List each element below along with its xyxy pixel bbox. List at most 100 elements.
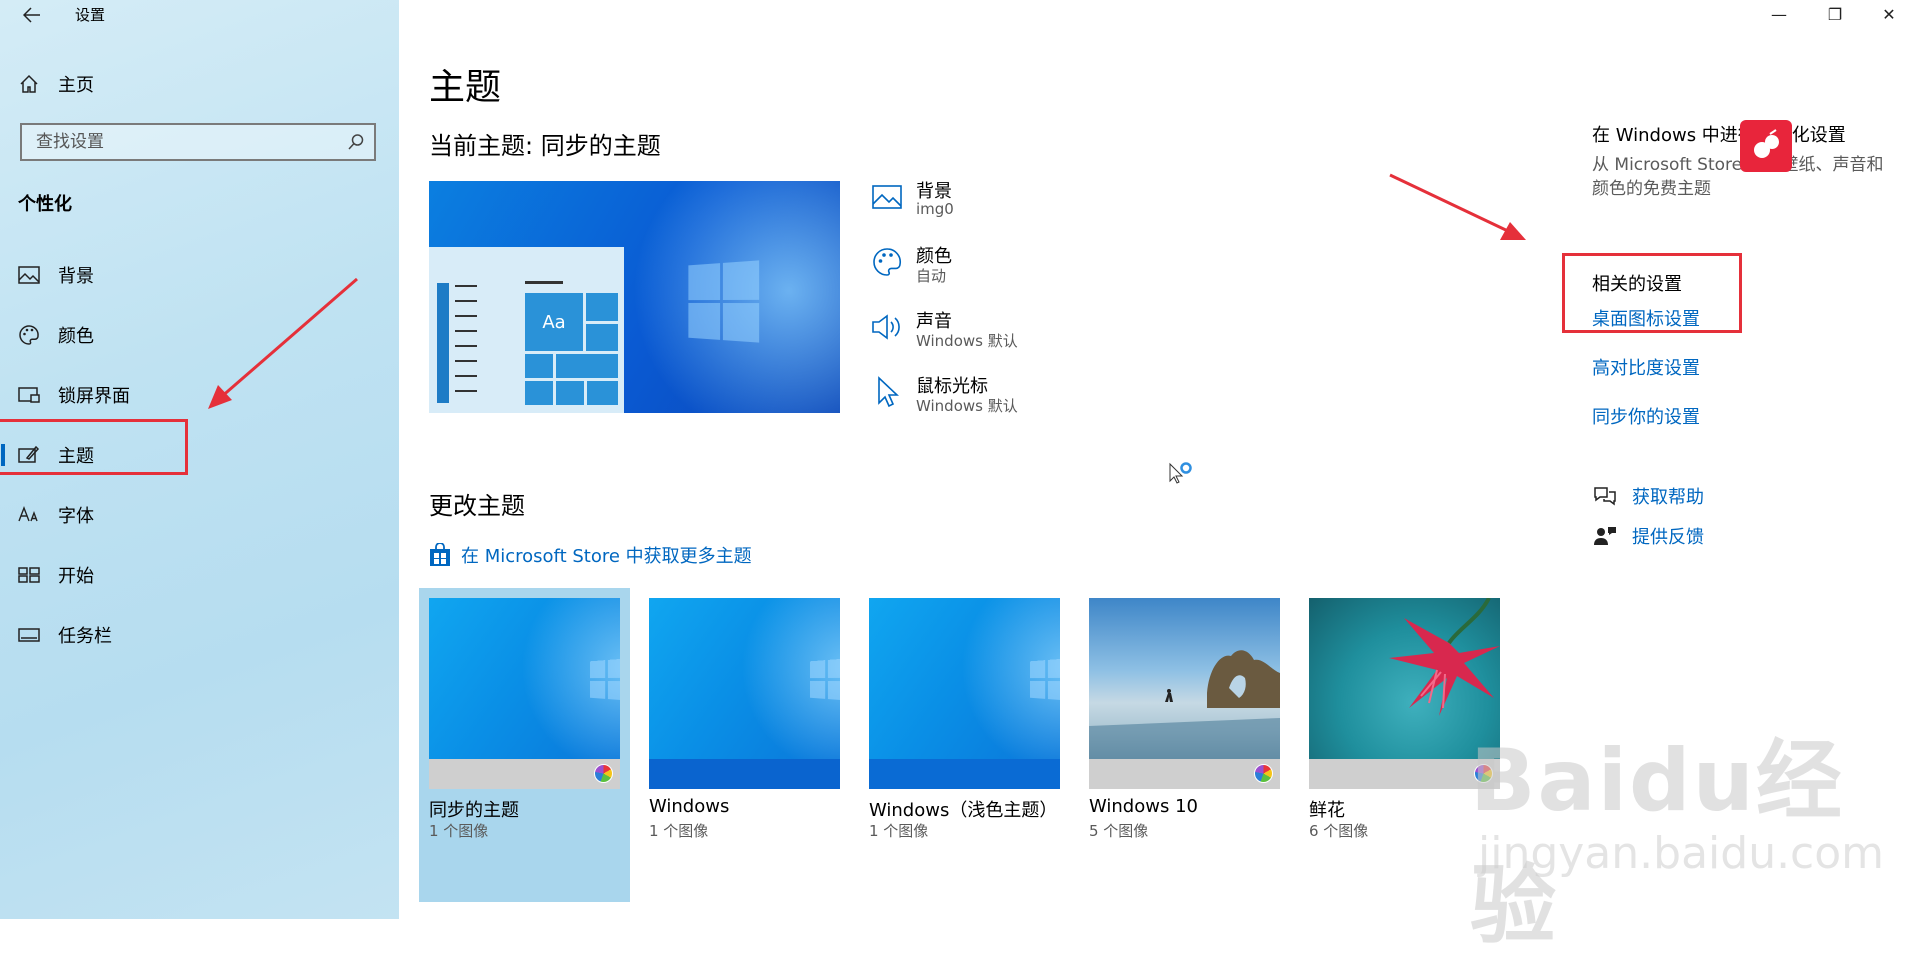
help-chat-icon [1592, 485, 1618, 507]
windows-logo-icon [688, 260, 760, 343]
feedback-label: 提供反馈 [1632, 527, 1704, 548]
theme-color-bar [869, 759, 1060, 789]
theme-color-bar [429, 759, 620, 789]
beach-rocks-image [1089, 650, 1280, 759]
sidebar-item-home[interactable]: 主页 [0, 59, 399, 109]
current-theme-heading: 当前主题: 同步的主题 [429, 132, 661, 160]
palette-icon [16, 322, 42, 348]
sidebar-item-background[interactable]: 背景 [0, 250, 399, 300]
windows-logo-icon [590, 658, 620, 701]
window-title: 设置 [75, 6, 106, 24]
color-wheel-icon [1474, 764, 1493, 783]
theme-count: 1 个图像 [869, 822, 929, 840]
preview-tiles: Aa [525, 293, 619, 405]
theme-tile-windows-10[interactable]: Windows 10 5 个图像 [1089, 598, 1280, 840]
sidebar-item-fonts[interactable]: 字体 [0, 490, 399, 540]
change-theme-heading: 更改主题 [429, 492, 525, 520]
prop-value: Windows 默认 [916, 332, 1018, 350]
theme-tile-flowers[interactable]: 鲜花 6 个图像 [1309, 598, 1500, 840]
get-help-label: 获取帮助 [1632, 487, 1704, 508]
theme-tile-synced[interactable]: 同步的主题 1 个图像 [429, 598, 620, 840]
picture-icon [871, 181, 903, 213]
flower-image [1389, 598, 1500, 716]
theme-preview: Aa [429, 181, 840, 413]
search-icon[interactable] [347, 133, 365, 151]
theme-brush-icon [16, 442, 42, 468]
feedback-link[interactable]: 提供反馈 [1592, 522, 1704, 550]
theme-name: Windows（浅色主题） [869, 800, 1058, 821]
theme-thumbnail [429, 598, 620, 789]
palette-icon [871, 246, 903, 278]
high-contrast-settings-link[interactable]: 高对比度设置 [1592, 354, 1700, 380]
theme-thumbnail [1089, 598, 1280, 789]
color-wheel-icon [1254, 764, 1273, 783]
back-button[interactable] [16, 2, 48, 28]
theme-name: Windows [649, 796, 730, 817]
sidebar-item-colors[interactable]: 颜色 [0, 310, 399, 360]
home-icon [16, 71, 42, 97]
sidebar-item-label: 任务栏 [58, 626, 112, 647]
lock-screen-icon [16, 382, 42, 408]
back-arrow-icon [23, 7, 40, 23]
get-help-link[interactable]: 获取帮助 [1592, 482, 1704, 510]
mouse-pointer-icon [871, 376, 903, 408]
sidebar-item-start[interactable]: 开始 [0, 550, 399, 600]
preview-menu-bar [437, 283, 449, 403]
sidebar-item-label: 主题 [58, 446, 94, 467]
store-link-label: 在 Microsoft Store 中获取更多主题 [461, 546, 752, 567]
start-icon [16, 562, 42, 588]
color-wheel-icon [594, 764, 613, 783]
theme-name: 鲜花 [1309, 800, 1345, 821]
preview-text: Aa [525, 293, 583, 351]
search-input[interactable] [34, 131, 338, 153]
theme-count: 1 个图像 [429, 822, 489, 840]
desktop-icon-settings-link[interactable]: 桌面图标设置 [1592, 305, 1700, 331]
theme-color-bar [1089, 759, 1280, 789]
page-title: 主题 [429, 67, 502, 108]
store-themes-link[interactable]: 在 Microsoft Store 中获取更多主题 [429, 541, 752, 569]
theme-color-bar [1309, 759, 1500, 789]
store-bag-icon [430, 543, 450, 566]
sidebar-item-label: 主页 [58, 75, 94, 96]
busy-cursor-icon [1169, 462, 1192, 484]
theme-count: 5 个图像 [1089, 822, 1149, 840]
selection-indicator [1, 444, 5, 466]
taskbar-icon [16, 622, 42, 648]
picture-icon [16, 262, 42, 288]
related-settings-title: 相关的设置 [1592, 274, 1682, 295]
theme-count: 1 个图像 [649, 822, 709, 840]
theme-color-bar [649, 759, 840, 789]
baidu-badge-icon [1740, 120, 1792, 172]
theme-tile-windows-light[interactable]: Windows（浅色主题） 1 个图像 [869, 598, 1060, 840]
theme-tile-windows[interactable]: Windows 1 个图像 [649, 598, 840, 840]
prop-value: 自动 [916, 267, 947, 285]
preview-window: Aa [429, 247, 624, 413]
theme-thumbnail [1309, 598, 1500, 789]
windows-logo-icon [1030, 658, 1060, 701]
sidebar-item-label: 背景 [58, 266, 94, 287]
sidebar-item-label: 字体 [58, 506, 94, 527]
prop-value: img0 [916, 200, 954, 218]
section-title: 个性化 [18, 194, 72, 215]
arrow-to-related-settings [1389, 173, 1526, 240]
sidebar-item-label: 颜色 [58, 326, 94, 347]
windows-logo-icon [810, 658, 840, 701]
sidebar-item-lock-screen[interactable]: 锁屏界面 [0, 370, 399, 420]
sidebar: 设置 主页 个性化 背景 颜色 [0, 0, 399, 919]
theme-count: 6 个图像 [1309, 822, 1369, 840]
prop-value: Windows 默认 [916, 397, 1018, 415]
sidebar-item-taskbar[interactable]: 任务栏 [0, 610, 399, 660]
sync-settings-link[interactable]: 同步你的设置 [1592, 403, 1700, 429]
sidebar-item-themes[interactable]: 主题 [0, 430, 399, 480]
search-box[interactable] [20, 123, 376, 161]
theme-thumbnail [649, 598, 840, 789]
sidebar-item-label: 开始 [58, 566, 94, 587]
sidebar-item-label: 锁屏界面 [58, 386, 130, 407]
settings-window: 设置 主页 个性化 背景 颜色 [0, 0, 1912, 956]
theme-name: 同步的主题 [429, 800, 519, 821]
promo-title: 在 Windows 中进行个性化设置 [1592, 125, 1846, 146]
theme-name: Windows 10 [1089, 796, 1198, 817]
theme-thumbnail [869, 598, 1060, 789]
speaker-icon [871, 311, 903, 343]
font-icon [16, 502, 42, 528]
